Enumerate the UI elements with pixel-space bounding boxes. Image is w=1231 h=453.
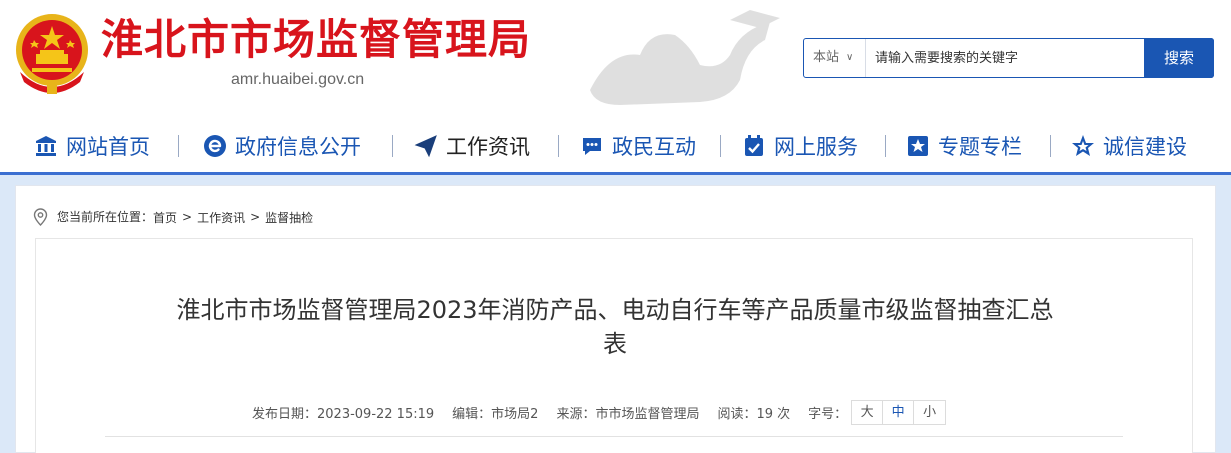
article-title-line: 淮北市市场监督管理局2023年消防产品、电动自行车等产品质量市级监督抽查汇总 bbox=[176, 296, 1054, 324]
nav-label-online-service: 网上服务 bbox=[774, 135, 858, 159]
nav-item-special-topics[interactable]: 专题专栏 bbox=[906, 122, 1022, 170]
search-scope-select[interactable]: 本站 ∨ bbox=[804, 39, 866, 77]
horse-sculpture-icon bbox=[590, 10, 780, 105]
breadcrumb-home[interactable]: 首页 bbox=[153, 209, 177, 226]
nav-item-interaction[interactable]: 政民互动 bbox=[580, 122, 696, 170]
breadcrumb-separator: > bbox=[182, 210, 193, 224]
star-box-icon bbox=[908, 136, 928, 156]
national-emblem-icon bbox=[16, 14, 88, 94]
nav-item-gov-info[interactable]: 政府信息公开 bbox=[203, 122, 361, 170]
nav-label-gov-info: 政府信息公开 bbox=[235, 135, 361, 159]
nav-divider bbox=[1050, 135, 1051, 157]
article-title: 淮北市市场监督管理局2023年消防产品、电动自行车等产品质量市级监督抽查汇总 表 bbox=[100, 293, 1130, 361]
breadcrumb-inspection[interactable]: 监督抽检 bbox=[265, 209, 313, 226]
nav-item-online-service[interactable]: 网上服务 bbox=[742, 122, 858, 170]
nav-divider bbox=[720, 135, 721, 157]
article-title-line: 表 bbox=[603, 330, 627, 358]
editor: 编辑：市场局2 bbox=[452, 406, 539, 422]
calendar-check-icon bbox=[745, 135, 763, 156]
nav-label-home: 网站首页 bbox=[66, 135, 150, 159]
nav-item-home[interactable]: 网站首页 bbox=[34, 122, 150, 170]
font-size-switch: 大 中 小 bbox=[851, 399, 947, 425]
nav-label-credit: 诚信建设 bbox=[1103, 135, 1187, 159]
breadcrumb: 您当前所在位置： 首页 > 工作资讯 > 监督抽检 bbox=[33, 207, 313, 227]
nav-item-work-news[interactable]: 工作资讯 bbox=[414, 122, 530, 170]
paper-plane-icon bbox=[414, 135, 437, 158]
breadcrumb-work-news[interactable]: 工作资讯 bbox=[197, 209, 245, 226]
nav-divider bbox=[558, 135, 559, 157]
article-meta: 发布日期：2023-09-22 15:19 编辑：市场局2 来源：市市场监督管理… bbox=[252, 399, 947, 425]
search-box: 本站 ∨ 搜索 bbox=[803, 38, 1214, 78]
site-domain: amr.huaibei.gov.cn bbox=[231, 71, 365, 88]
location-pin-icon bbox=[33, 208, 48, 226]
publish-date: 发布日期：2023-09-22 15:19 bbox=[252, 406, 435, 422]
chevron-down-icon: ∨ bbox=[846, 52, 854, 63]
nav-item-credit[interactable]: 诚信建设 bbox=[1071, 122, 1187, 170]
star-icon bbox=[1072, 135, 1094, 156]
nav-divider bbox=[885, 135, 886, 157]
chat-icon bbox=[583, 138, 601, 155]
divider bbox=[105, 436, 1123, 437]
site-header: 淮北市市场监督管理局 amr.huaibei.gov.cn 本站 ∨ 搜索 bbox=[0, 0, 1231, 115]
search-scope-label: 本站 bbox=[813, 50, 840, 65]
nav-label-interaction: 政民互动 bbox=[612, 135, 696, 159]
font-size-small-button[interactable]: 小 bbox=[914, 401, 945, 424]
nav-label-work-news: 工作资讯 bbox=[446, 135, 530, 159]
bank-icon bbox=[36, 136, 56, 156]
e-icon bbox=[204, 135, 226, 157]
source: 来源：市市场监督管理局 bbox=[556, 406, 700, 422]
nav-label-special-topics: 专题专栏 bbox=[938, 135, 1022, 159]
breadcrumb-separator: > bbox=[250, 210, 261, 224]
nav-divider bbox=[392, 135, 393, 157]
font-size-large-button[interactable]: 大 bbox=[852, 400, 884, 424]
font-size-medium-button[interactable]: 中 bbox=[883, 400, 915, 424]
breadcrumb-prefix: 您当前所在位置： bbox=[57, 210, 154, 224]
font-size-label: 字号： bbox=[808, 406, 848, 422]
search-input[interactable] bbox=[867, 39, 1145, 77]
search-button[interactable]: 搜索 bbox=[1144, 38, 1214, 78]
view-count: 阅读：19 次 bbox=[717, 406, 791, 422]
nav-divider bbox=[178, 135, 179, 157]
site-title[interactable]: 淮北市市场监督管理局 bbox=[101, 14, 531, 66]
main-nav: 网站首页 政府信息公开 工作资讯 政民互动 网上服务 专题专栏 诚信建设 bbox=[0, 122, 1231, 170]
